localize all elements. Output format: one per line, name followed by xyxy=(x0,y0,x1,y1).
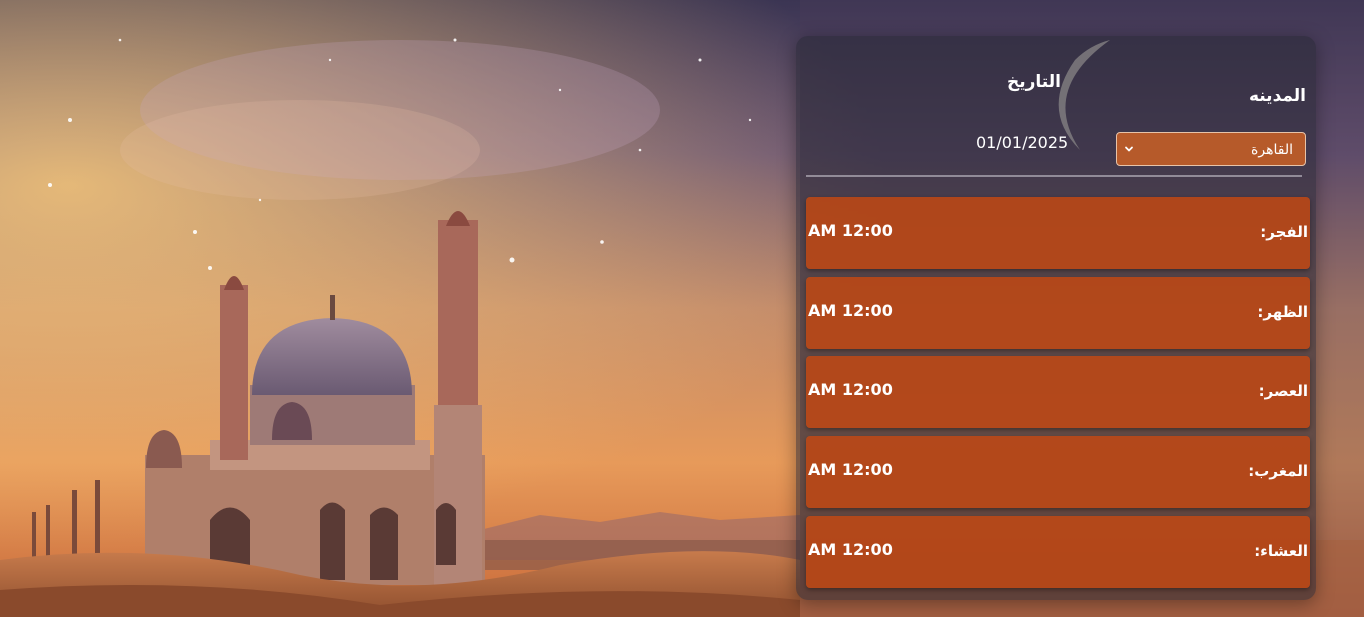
prayer-card-isha: العشاء: 12:00 AM xyxy=(806,516,1310,588)
prayer-name: المغرب: xyxy=(1248,462,1308,480)
date-input[interactable]: 01/01/2025 xyxy=(976,133,1068,152)
prayer-card-dhuhr: الظهر: 12:00 AM xyxy=(806,277,1310,349)
prayer-times-panel: المدينه التاريخ 01/01/2025 القاهرة الفجر… xyxy=(796,36,1316,600)
prayer-time: 12:00 AM xyxy=(808,221,893,240)
prayer-card-fajr: الفجر: 12:00 AM xyxy=(806,197,1310,269)
divider xyxy=(806,175,1302,177)
prayer-time: 12:00 AM xyxy=(808,460,893,479)
date-label: التاريخ xyxy=(1007,72,1061,92)
prayer-name: العشاء: xyxy=(1254,542,1308,560)
prayer-time: 12:00 AM xyxy=(808,301,893,320)
prayer-name: العصر: xyxy=(1258,382,1308,400)
prayer-name: الفجر: xyxy=(1260,223,1308,241)
prayer-time: 12:00 AM xyxy=(808,380,893,399)
city-select-value: القاهرة xyxy=(1251,142,1293,158)
prayer-name: الظهر: xyxy=(1257,303,1308,321)
chevron-down-icon xyxy=(1123,143,1135,155)
prayer-card-asr: العصر: 12:00 AM xyxy=(806,356,1310,428)
city-select[interactable]: القاهرة xyxy=(1116,132,1306,166)
prayer-card-maghrib: المغرب: 12:00 AM xyxy=(806,436,1310,508)
prayer-time: 12:00 AM xyxy=(808,540,893,559)
city-label: المدينه xyxy=(1248,86,1306,106)
